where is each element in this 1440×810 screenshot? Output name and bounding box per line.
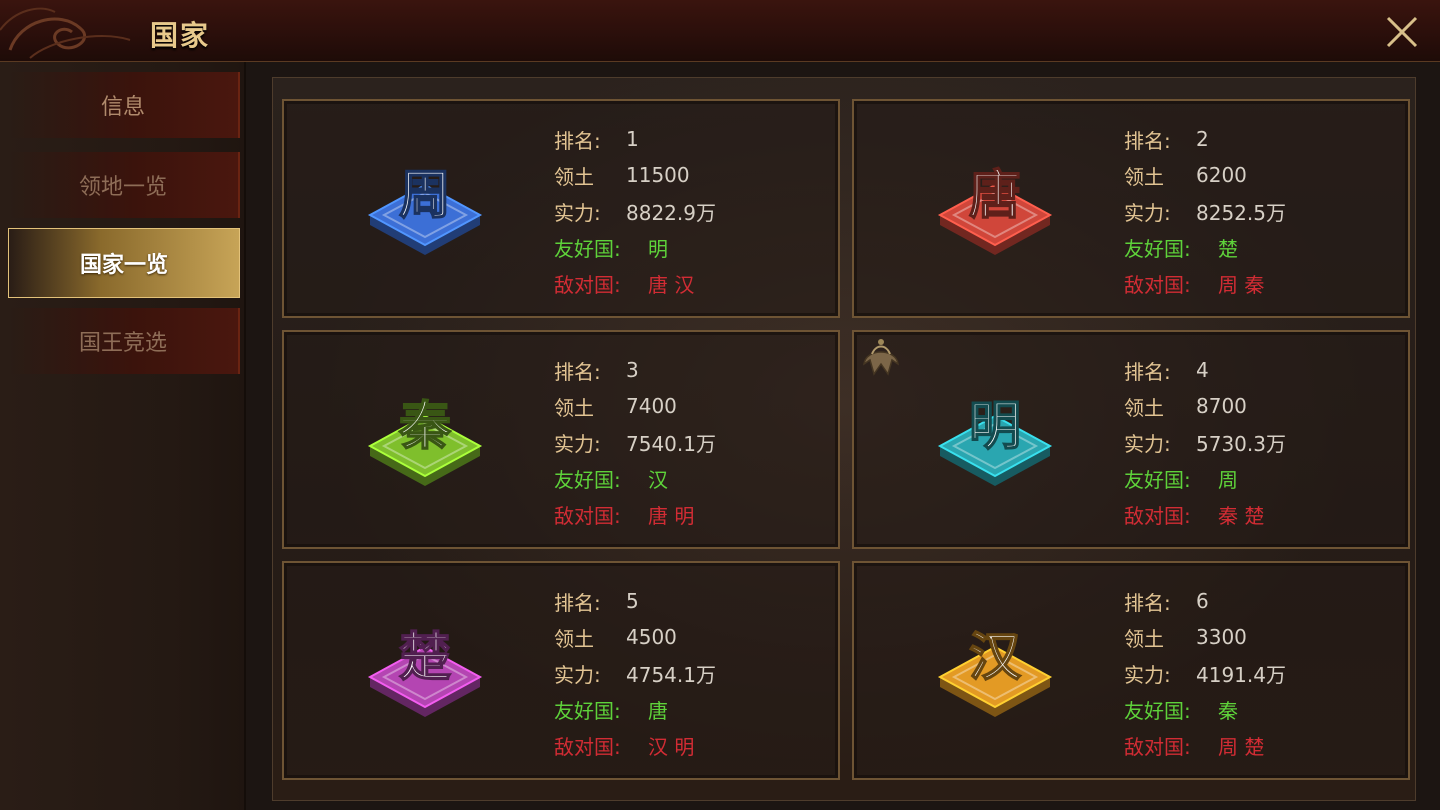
country-card[interactable]: 汉 排名: 6 领土 3300 实力: 4191.4万 友好国: 秦 敌对国: 周 楚 — [852, 561, 1410, 780]
rank-value: 2 — [1196, 127, 1209, 152]
friendly-label: 友好国: — [1124, 468, 1191, 493]
close-icon[interactable] — [1382, 12, 1422, 52]
enemy-value: 唐 明 — [648, 504, 695, 529]
enemy-label: 敌对国: — [1124, 504, 1191, 529]
country-emblem-icon: 秦 — [367, 395, 483, 486]
country-emblem-icon: 明 — [937, 395, 1053, 486]
rank-label: 排名: — [554, 590, 601, 615]
territory-label: 领土 — [1124, 395, 1164, 420]
rank-label: 排名: — [554, 128, 601, 153]
enemy-label: 敌对国: — [554, 273, 621, 298]
country-list-panel: 周 排名: 1 领土 11500 实力: 8822.9万 友好国: 明 敌对国: 唐 汉 … — [272, 77, 1416, 801]
territory-value: 3300 — [1196, 625, 1247, 650]
sidebar-item-territory-overview[interactable]: 领地一览 — [8, 152, 240, 218]
country-card[interactable]: 周 排名: 1 领土 11500 实力: 8822.9万 友好国: 明 敌对国: 唐 汉 — [282, 99, 840, 318]
country-card[interactable]: 楚 排名: 5 领土 4500 实力: 4754.1万 友好国: 唐 敌对国: 汉 明 — [282, 561, 840, 780]
country-emblem-icon: 唐 — [937, 164, 1053, 255]
enemy-label: 敌对国: — [554, 735, 621, 760]
sidebar-item-info[interactable]: 信息 — [8, 72, 240, 138]
rank-value: 6 — [1196, 589, 1209, 614]
territory-value: 11500 — [626, 163, 690, 188]
king-helmet-icon — [863, 339, 899, 376]
territory-label: 领土 — [554, 164, 594, 189]
rank-label: 排名: — [1124, 590, 1171, 615]
sidebar-item-label: 国王竞选 — [78, 331, 167, 356]
cloud-ornament-icon — [0, 7, 131, 59]
enemy-label: 敌对国: — [1124, 735, 1191, 760]
country-name: 明 — [969, 396, 1021, 457]
friendly-value: 秦 — [1218, 699, 1238, 724]
power-label: 实力: — [1124, 662, 1171, 687]
country-name: 汉 — [969, 627, 1022, 688]
country-card[interactable]: 明 排名: 4 领土 8700 实力: 5730.3万 友好国: 周 敌对国: 秦 楚 — [852, 330, 1410, 549]
power-label: 实力: — [554, 662, 601, 687]
sidebar-item-country-overview[interactable]: 国家一览 — [8, 228, 240, 298]
country-name: 唐 — [969, 165, 1021, 226]
enemy-value: 秦 楚 — [1218, 504, 1265, 529]
friendly-label: 友好国: — [1124, 237, 1191, 262]
power-value: 4754.1万 — [626, 662, 716, 687]
title-bar: 国家 — [0, 0, 1440, 62]
friendly-value: 汉 — [648, 468, 668, 493]
rank-value: 4 — [1196, 358, 1209, 383]
power-value: 8252.5万 — [1196, 200, 1286, 225]
friendly-label: 友好国: — [554, 699, 621, 724]
power-value: 7540.1万 — [626, 431, 716, 456]
power-label: 实力: — [1124, 200, 1171, 225]
country-emblem-icon: 汉 — [937, 626, 1053, 717]
territory-value: 8700 — [1196, 394, 1247, 419]
power-value: 4191.4万 — [1196, 662, 1286, 687]
country-card[interactable]: 秦 排名: 3 领土 7400 实力: 7540.1万 友好国: 汉 敌对国: 唐 明 — [282, 330, 840, 549]
territory-label: 领土 — [554, 626, 594, 651]
country-card[interactable]: 唐 排名: 2 领土 6200 实力: 8252.5万 友好国: 楚 敌对国: 周 秦 — [852, 99, 1410, 318]
page-title: 国家 — [150, 19, 211, 52]
enemy-value: 周 楚 — [1218, 735, 1265, 760]
rank-value: 5 — [626, 589, 639, 614]
country-name: 周 — [399, 165, 451, 226]
territory-value: 6200 — [1196, 163, 1247, 188]
territory-value: 7400 — [626, 394, 677, 419]
friendly-label: 友好国: — [1124, 699, 1191, 724]
friendly-label: 友好国: — [554, 237, 621, 262]
territory-label: 领土 — [554, 395, 594, 420]
sidebar-item-label: 领地一览 — [78, 175, 167, 200]
sidebar: 信息 领地一览 国家一览 国王竞选 — [0, 62, 246, 810]
enemy-label: 敌对国: — [1124, 273, 1191, 298]
enemy-value: 周 秦 — [1218, 273, 1265, 298]
country-name: 楚 — [399, 627, 451, 688]
enemy-value: 汉 明 — [648, 735, 695, 760]
country-emblem-icon: 楚 — [367, 626, 483, 717]
power-label: 实力: — [554, 431, 601, 456]
power-label: 实力: — [554, 200, 601, 225]
rank-value: 3 — [626, 358, 639, 383]
rank-label: 排名: — [1124, 128, 1171, 153]
friendly-value: 周 — [1218, 468, 1238, 493]
enemy-label: 敌对国: — [554, 504, 621, 529]
country-name: 秦 — [398, 396, 452, 457]
territory-label: 领土 — [1124, 626, 1164, 651]
sidebar-item-king-election[interactable]: 国王竞选 — [8, 308, 240, 374]
friendly-value: 楚 — [1218, 237, 1238, 262]
friendly-label: 友好国: — [554, 468, 621, 493]
country-emblem-icon: 周 — [367, 164, 483, 255]
territory-value: 4500 — [626, 625, 677, 650]
friendly-value: 明 — [648, 237, 668, 262]
sidebar-item-label: 信息 — [100, 95, 145, 120]
enemy-value: 唐 汉 — [648, 273, 695, 298]
territory-label: 领土 — [1124, 164, 1164, 189]
rank-label: 排名: — [1124, 359, 1171, 384]
sidebar-item-label: 国家一览 — [79, 253, 168, 278]
rank-value: 1 — [626, 127, 639, 152]
friendly-value: 唐 — [648, 699, 668, 724]
power-value: 8822.9万 — [626, 200, 716, 225]
power-label: 实力: — [1124, 431, 1171, 456]
rank-label: 排名: — [554, 359, 601, 384]
power-value: 5730.3万 — [1196, 431, 1286, 456]
